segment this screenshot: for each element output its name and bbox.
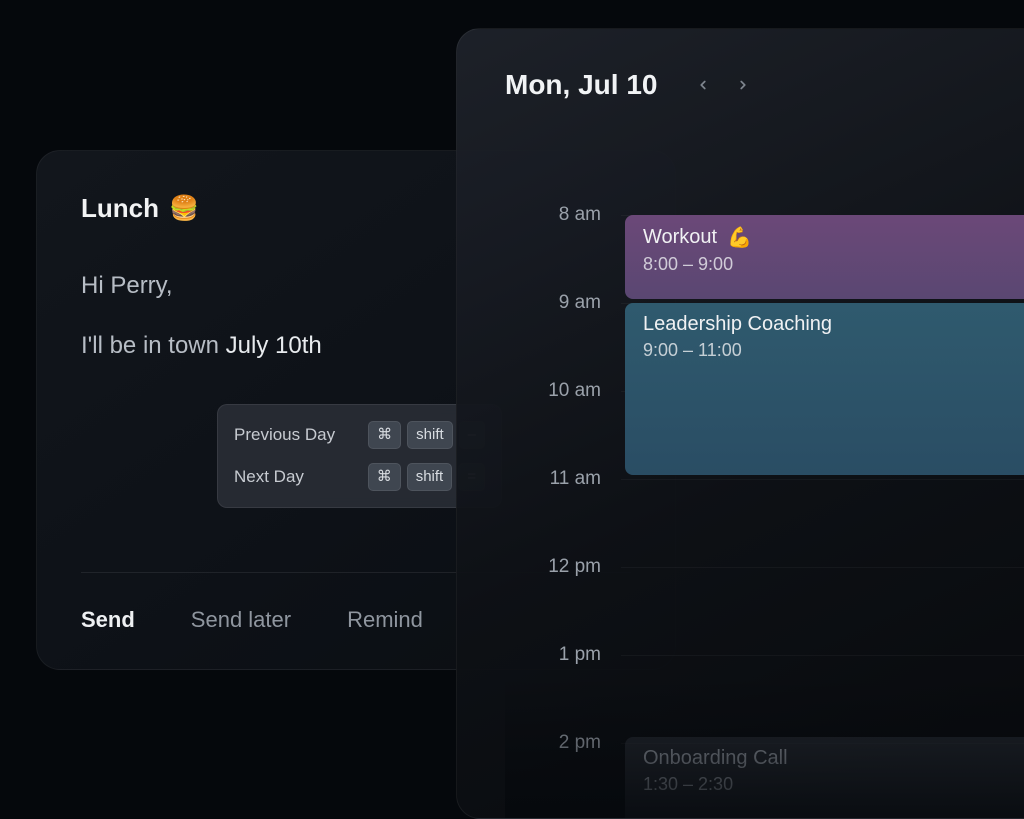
prev-day-button[interactable] xyxy=(689,71,717,99)
event-title: Workout 💪 xyxy=(643,225,1024,250)
hour-line xyxy=(621,567,1024,568)
calendar-event-onboarding[interactable]: Onboarding Call 1:30 – 2:30 xyxy=(625,737,1024,819)
calendar-nav xyxy=(689,71,757,99)
send-button[interactable]: Send xyxy=(81,607,135,633)
shortcut-label: Next Day xyxy=(234,467,304,487)
event-time: 9:00 – 11:00 xyxy=(643,340,1024,361)
event-title-text: Workout xyxy=(643,226,717,249)
keycap-shift: shift xyxy=(407,421,453,449)
next-day-button[interactable] xyxy=(729,71,757,99)
shortcut-row-next-day[interactable]: Next Day ⌘ shift = xyxy=(234,459,485,495)
remind-button[interactable]: Remind xyxy=(347,607,423,633)
event-title-text: Onboarding Call xyxy=(643,747,788,770)
hour-label: 2 pm xyxy=(505,732,601,754)
hour-label: 9 am xyxy=(505,292,601,314)
event-title: Onboarding Call xyxy=(643,747,1024,770)
hour-row: 1 pm xyxy=(505,655,1024,743)
compose-body-prefix: I'll be in town xyxy=(81,332,226,359)
hour-line xyxy=(621,479,1024,480)
event-time: 8:00 – 9:00 xyxy=(643,254,1024,275)
keycap-shift: shift xyxy=(407,463,453,491)
compose-body-date[interactable]: July 10th xyxy=(226,332,322,359)
hour-label: 1 pm xyxy=(505,644,601,666)
calendar-event-leadership[interactable]: Leadership Coaching 9:00 – 11:00 xyxy=(625,303,1024,475)
event-title-text: Leadership Coaching xyxy=(643,313,832,336)
hour-label: 10 am xyxy=(505,380,601,402)
calendar-grid[interactable]: 8 am 9 am 10 am 11 am 12 pm 1 pm 2 pm Wo… xyxy=(505,137,1024,819)
hour-row: 12 pm xyxy=(505,567,1024,655)
keycap-cmd: ⌘ xyxy=(368,463,401,491)
burger-icon: 🍔 xyxy=(169,194,199,223)
hour-label: 12 pm xyxy=(505,556,601,578)
compose-subject-text: Lunch xyxy=(81,193,159,224)
event-title: Leadership Coaching xyxy=(643,313,1024,336)
chevron-left-icon xyxy=(696,78,710,92)
shortcut-label: Previous Day xyxy=(234,425,335,445)
flex-icon: 💪 xyxy=(727,225,752,250)
calendar-date-title: Mon, Jul 10 xyxy=(505,69,657,101)
keycap-cmd: ⌘ xyxy=(368,421,401,449)
shortcut-row-prev-day[interactable]: Previous Day ⌘ shift – xyxy=(234,417,485,453)
calendar-panel: Mon, Jul 10 8 am 9 am 10 am 11 am 12 pm … xyxy=(456,28,1024,819)
send-later-button[interactable]: Send later xyxy=(191,607,291,633)
hour-label: 11 am xyxy=(505,468,601,490)
chevron-right-icon xyxy=(736,78,750,92)
calendar-header: Mon, Jul 10 xyxy=(505,69,1024,101)
calendar-event-workout[interactable]: Workout 💪 8:00 – 9:00 xyxy=(625,215,1024,299)
hour-row: 11 am xyxy=(505,479,1024,567)
hour-line xyxy=(621,655,1024,656)
hour-label: 8 am xyxy=(505,204,601,226)
event-time: 1:30 – 2:30 xyxy=(643,774,1024,795)
